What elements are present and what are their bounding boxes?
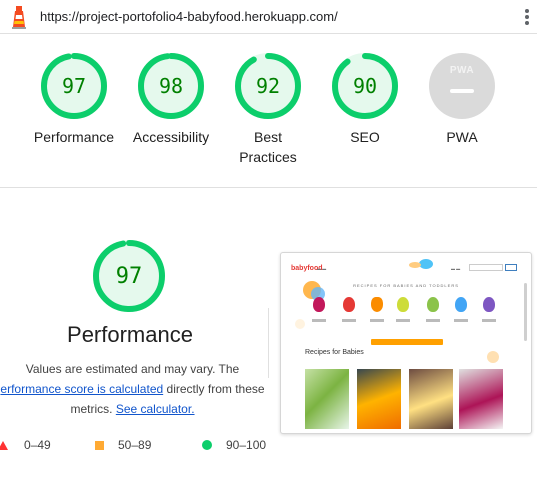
recipe-thumbnail-berries [459,369,503,429]
gauge-score: 98 [158,74,184,98]
screenshot-nav: ▬ ▬ [451,266,461,271]
gauge-score: 97 [115,263,143,289]
lighthouse-icon [12,6,26,29]
gauge-label-accessibility: Accessibility [132,129,210,145]
column-divider [268,308,269,378]
fruit-label [342,319,356,322]
pear-icon [397,297,409,312]
recipe-thumbnail-oats [409,369,453,429]
legend-average: 50–89 [95,438,151,452]
accessibility-gauge[interactable]: 98 [138,53,204,119]
pass-circle-icon [202,440,212,450]
desc-text: Values are estimated and may vary. The [25,362,240,376]
gauge-score: 97 [61,74,87,98]
legend-pass: 90–100 [202,438,266,452]
fruit-label [396,319,410,322]
section-divider [0,187,537,188]
pwa-dash-icon [450,89,474,93]
fruit-label [482,319,496,322]
legend-range: 0–49 [24,438,51,452]
report-topbar: https://project-portofolio4-babyfood.her… [0,0,537,34]
best-practices-gauge[interactable]: 92 [235,53,301,119]
beet-icon [313,297,325,312]
decor-bubble [419,259,433,269]
decor-bubble [487,351,499,363]
gauge-label-best-practices: Best Practices [239,129,297,165]
recipe-thumbnail-puree [357,369,401,429]
fruit-label [454,319,468,322]
gauge-score: 90 [352,74,378,98]
gauge-label-performance: Performance [33,129,115,145]
apple-icon [343,297,355,312]
average-square-icon [95,440,104,450]
screenshot-search [469,264,503,271]
screenshot-search-button [505,264,517,271]
more-vert-icon[interactable] [520,8,534,26]
decor-bubble [295,319,305,329]
screenshot-section-heading: Recipes for Babies [305,349,364,356]
kiwi-icon [427,297,439,312]
recipe-thumbnail-zucchini [305,369,349,429]
score-calculated-link[interactable]: erformance score is calculated [0,382,163,396]
legend-range: 50–89 [118,438,152,452]
legend-range: 90–100 [226,438,267,452]
page-url[interactable]: https://project-portofolio4-babyfood.her… [40,9,338,24]
pwa-badge[interactable]: PWA [429,53,495,119]
decor-bubble [409,262,421,268]
performance-description: Values are estimated and may vary. The e… [0,359,275,419]
plum-icon [483,297,495,312]
desc-text: directly from these [166,382,265,396]
performance-title: Performance [67,322,193,347]
see-calculator-link[interactable]: See calculator. [116,402,195,416]
final-screenshot[interactable]: babyfood ▬ ▬ ▬ ▬ RECIPES FOR BABIES AND … [280,252,532,434]
fruit-label [312,319,326,322]
screenshot-page: babyfood ▬ ▬ ▬ ▬ RECIPES FOR BABIES AND … [281,253,531,433]
desc-text: metrics. [70,402,113,416]
gauge-label-seo: SEO [350,129,380,145]
fail-triangle-icon [0,440,8,450]
carrot-icon [371,297,383,312]
gauge-label-pwa: PWA [446,129,478,145]
performance-detail-gauge: 97 [93,240,165,312]
fruit-label [426,319,440,322]
legend-fail: 0–49 [0,438,51,452]
performance-gauge[interactable]: 97 [41,53,107,119]
fruit-label [370,319,384,322]
pwa-badge-text: PWA [449,65,475,76]
gauge-score: 92 [255,74,281,98]
screenshot-scrollbar [524,283,527,341]
blueberry-icon [455,297,467,312]
screenshot-tagline: RECIPES FOR BABIES AND TODDLERS [353,283,459,288]
seo-gauge[interactable]: 90 [332,53,398,119]
screenshot-nav: ▬ ▬ [317,266,327,271]
screenshot-cta-button [371,339,443,345]
